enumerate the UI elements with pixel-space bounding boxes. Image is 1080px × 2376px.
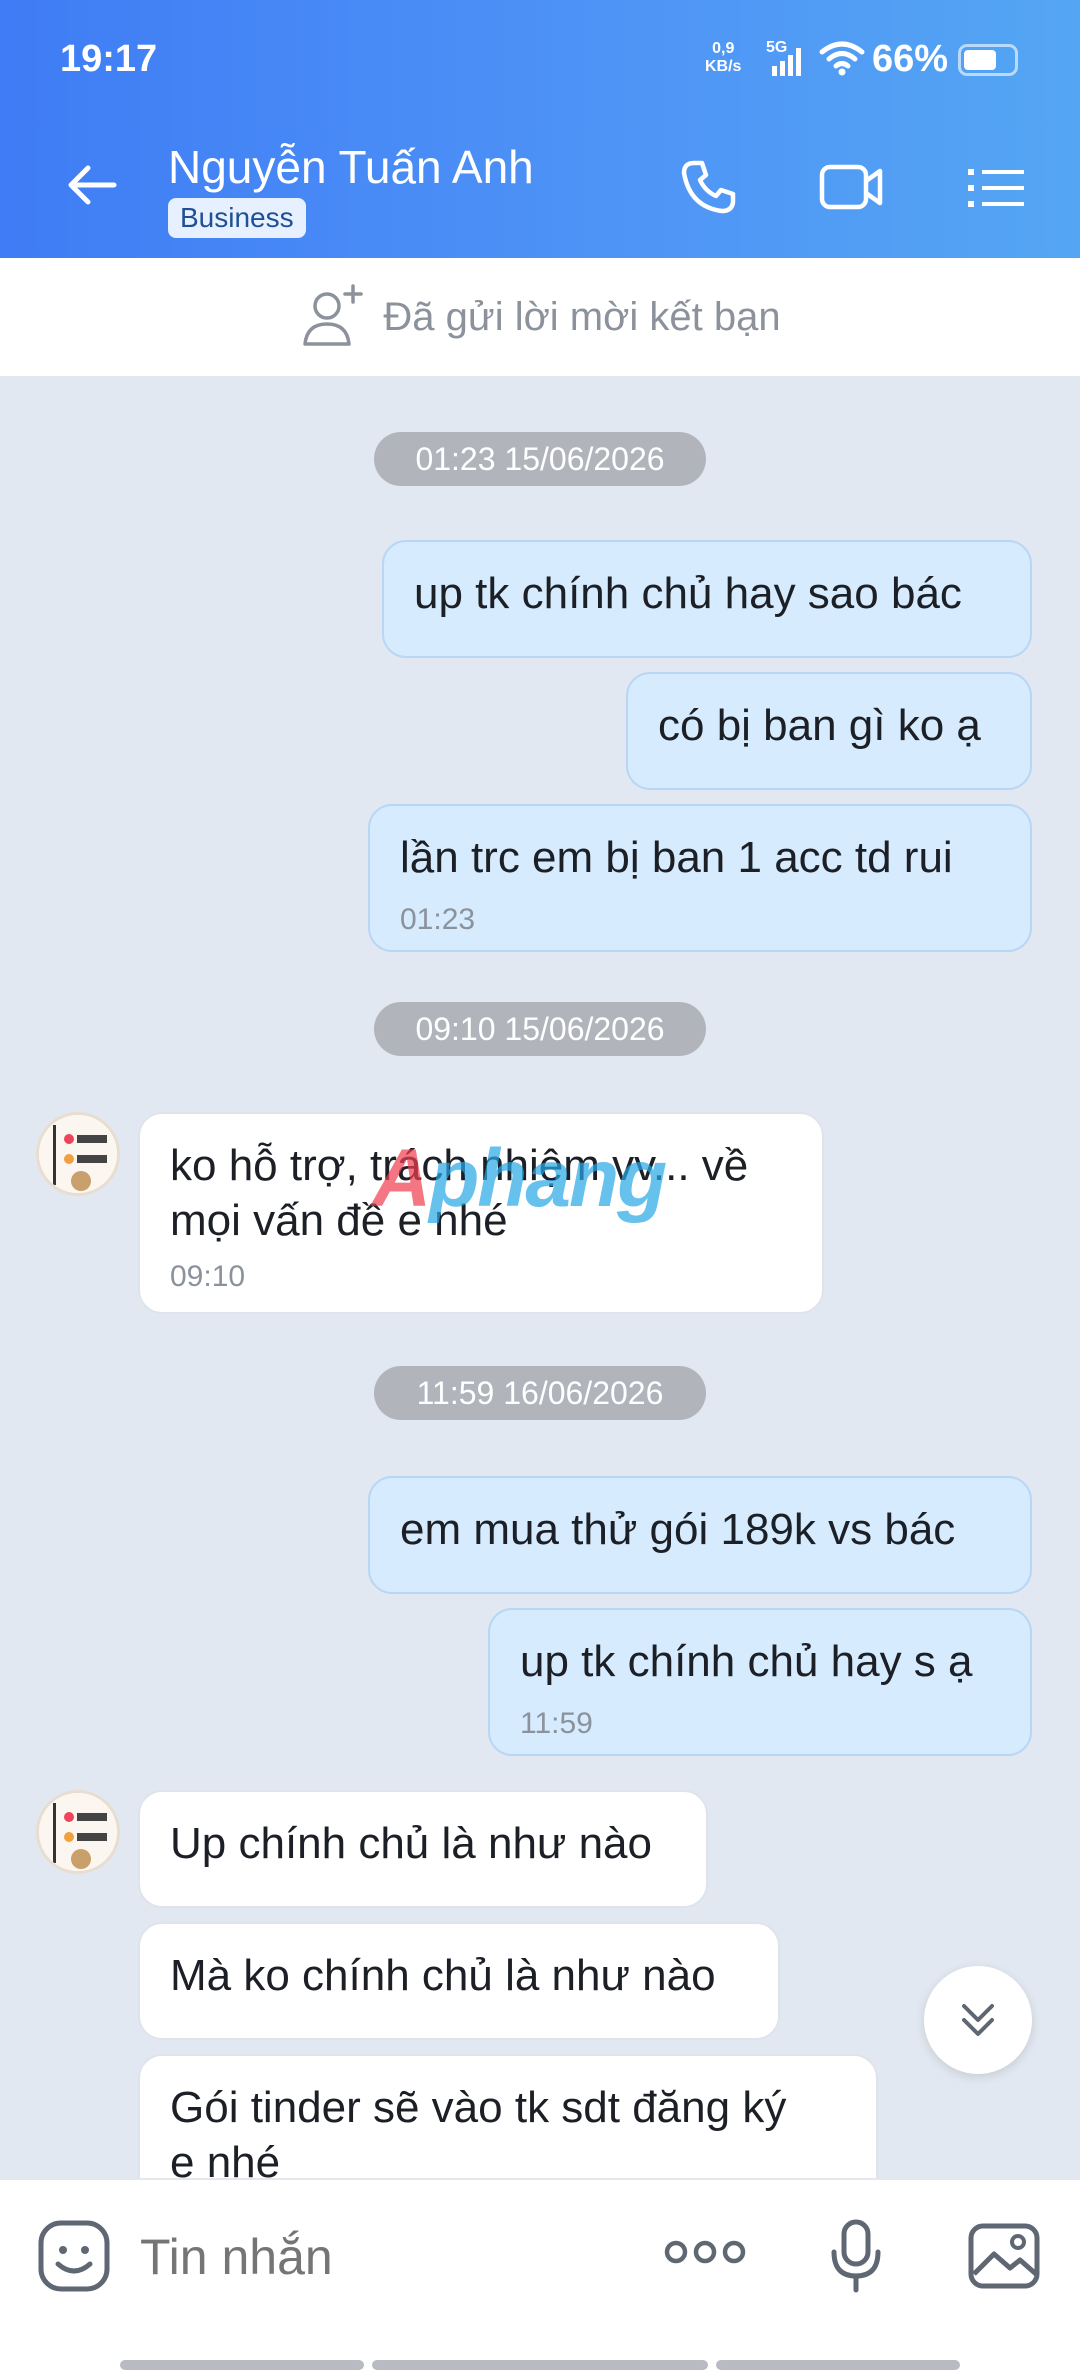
message-incoming[interactable]: Up chính chủ là như nào	[138, 1790, 708, 1908]
nav-indicator[interactable]	[372, 2360, 708, 2370]
contact-name[interactable]: Nguyễn Tuấn Anh	[168, 140, 534, 194]
message-text: Up chính chủ là như nào	[170, 1819, 653, 1868]
cellular-signal-icon: 5G	[766, 38, 810, 83]
message-outgoing[interactable]: em mua thử gói 189k vs bác	[368, 1476, 1032, 1594]
net-speed: 0,9 KB/s	[705, 40, 741, 76]
message-composer	[0, 2178, 1080, 2330]
microphone-icon[interactable]	[828, 2218, 884, 2299]
message-outgoing[interactable]: up tk chính chủ hay sao bác	[382, 540, 1032, 658]
message-text: lần trc em bị ban 1 acc td rui	[400, 833, 953, 882]
message-text: up tk chính chủ hay sao bác	[414, 569, 962, 618]
message-time: 09:10	[170, 1260, 246, 1293]
clock: 19:17	[60, 38, 158, 80]
friend-request-bar[interactable]: Đã gửi lời mời kết bạn	[0, 258, 1080, 376]
contact-avatar[interactable]	[36, 1790, 120, 1874]
business-badge: Business	[168, 198, 306, 238]
timestamp-divider: 11:59 16/06/2026	[374, 1366, 706, 1420]
wifi-icon	[818, 40, 866, 81]
message-incoming[interactable]: Mà ko chính chủ là như nào	[138, 1922, 780, 2040]
menu-list-icon[interactable]	[964, 155, 1028, 224]
battery-percent: 66%	[872, 38, 949, 80]
message-time: 01:23	[400, 903, 476, 936]
friend-request-text: Đã gửi lời mời kết bạn	[383, 294, 781, 339]
contact-avatar[interactable]	[36, 1112, 120, 1196]
message-input[interactable]	[140, 2228, 640, 2286]
more-options-icon[interactable]	[664, 2232, 746, 2277]
message-time: 11:59	[520, 1707, 593, 1740]
watermark-logo: Aphang	[372, 1133, 667, 1224]
message-text: up tk chính chủ hay s ạ	[520, 1637, 973, 1686]
video-call-icon[interactable]	[818, 155, 886, 224]
chat-header: 19:17 0,9 KB/s 5G 66% Nguyễn Tuấn Anh Bu…	[0, 0, 1080, 258]
message-text: Mà ko chính chủ là như nào	[170, 1951, 716, 2000]
system-nav-bar	[0, 2330, 1080, 2376]
message-text-line: Gói tinder sẽ vào tk sdt đăng ký	[170, 2083, 787, 2132]
battery-icon	[958, 44, 1018, 76]
scroll-to-bottom-button[interactable]	[924, 1966, 1032, 2074]
net-speed-unit: KB/s	[705, 58, 742, 75]
message-outgoing[interactable]: up tk chính chủ hay s ạ 11:59	[488, 1608, 1032, 1756]
message-text: em mua thử gói 189k vs bác	[400, 1505, 956, 1554]
network-type: 5G	[766, 39, 787, 56]
nav-indicator[interactable]	[120, 2360, 364, 2370]
phone-icon[interactable]	[676, 155, 740, 224]
battery-level	[964, 50, 996, 70]
message-outgoing[interactable]: lần trc em bị ban 1 acc td rui 01:23	[368, 804, 1032, 952]
nav-indicator[interactable]	[716, 2360, 960, 2370]
chat-messages[interactable]: 01:23 15/06/2026 up tk chính chủ hay sao…	[0, 376, 1080, 2234]
timestamp-divider: 01:23 15/06/2026	[374, 432, 706, 486]
image-icon[interactable]	[966, 2218, 1042, 2299]
double-chevron-down-icon	[962, 2004, 994, 2036]
add-friend-icon	[303, 284, 364, 346]
message-text: có bị ban gì ko ạ	[658, 701, 981, 750]
message-outgoing[interactable]: có bị ban gì ko ạ	[626, 672, 1032, 790]
timestamp-divider: 09:10 15/06/2026	[374, 1002, 706, 1056]
net-speed-value: 0,9	[712, 40, 735, 57]
status-bar: 19:17 0,9 KB/s 5G 66%	[0, 0, 1080, 120]
sticker-icon[interactable]	[36, 2218, 112, 2299]
back-arrow-icon[interactable]	[62, 155, 122, 215]
